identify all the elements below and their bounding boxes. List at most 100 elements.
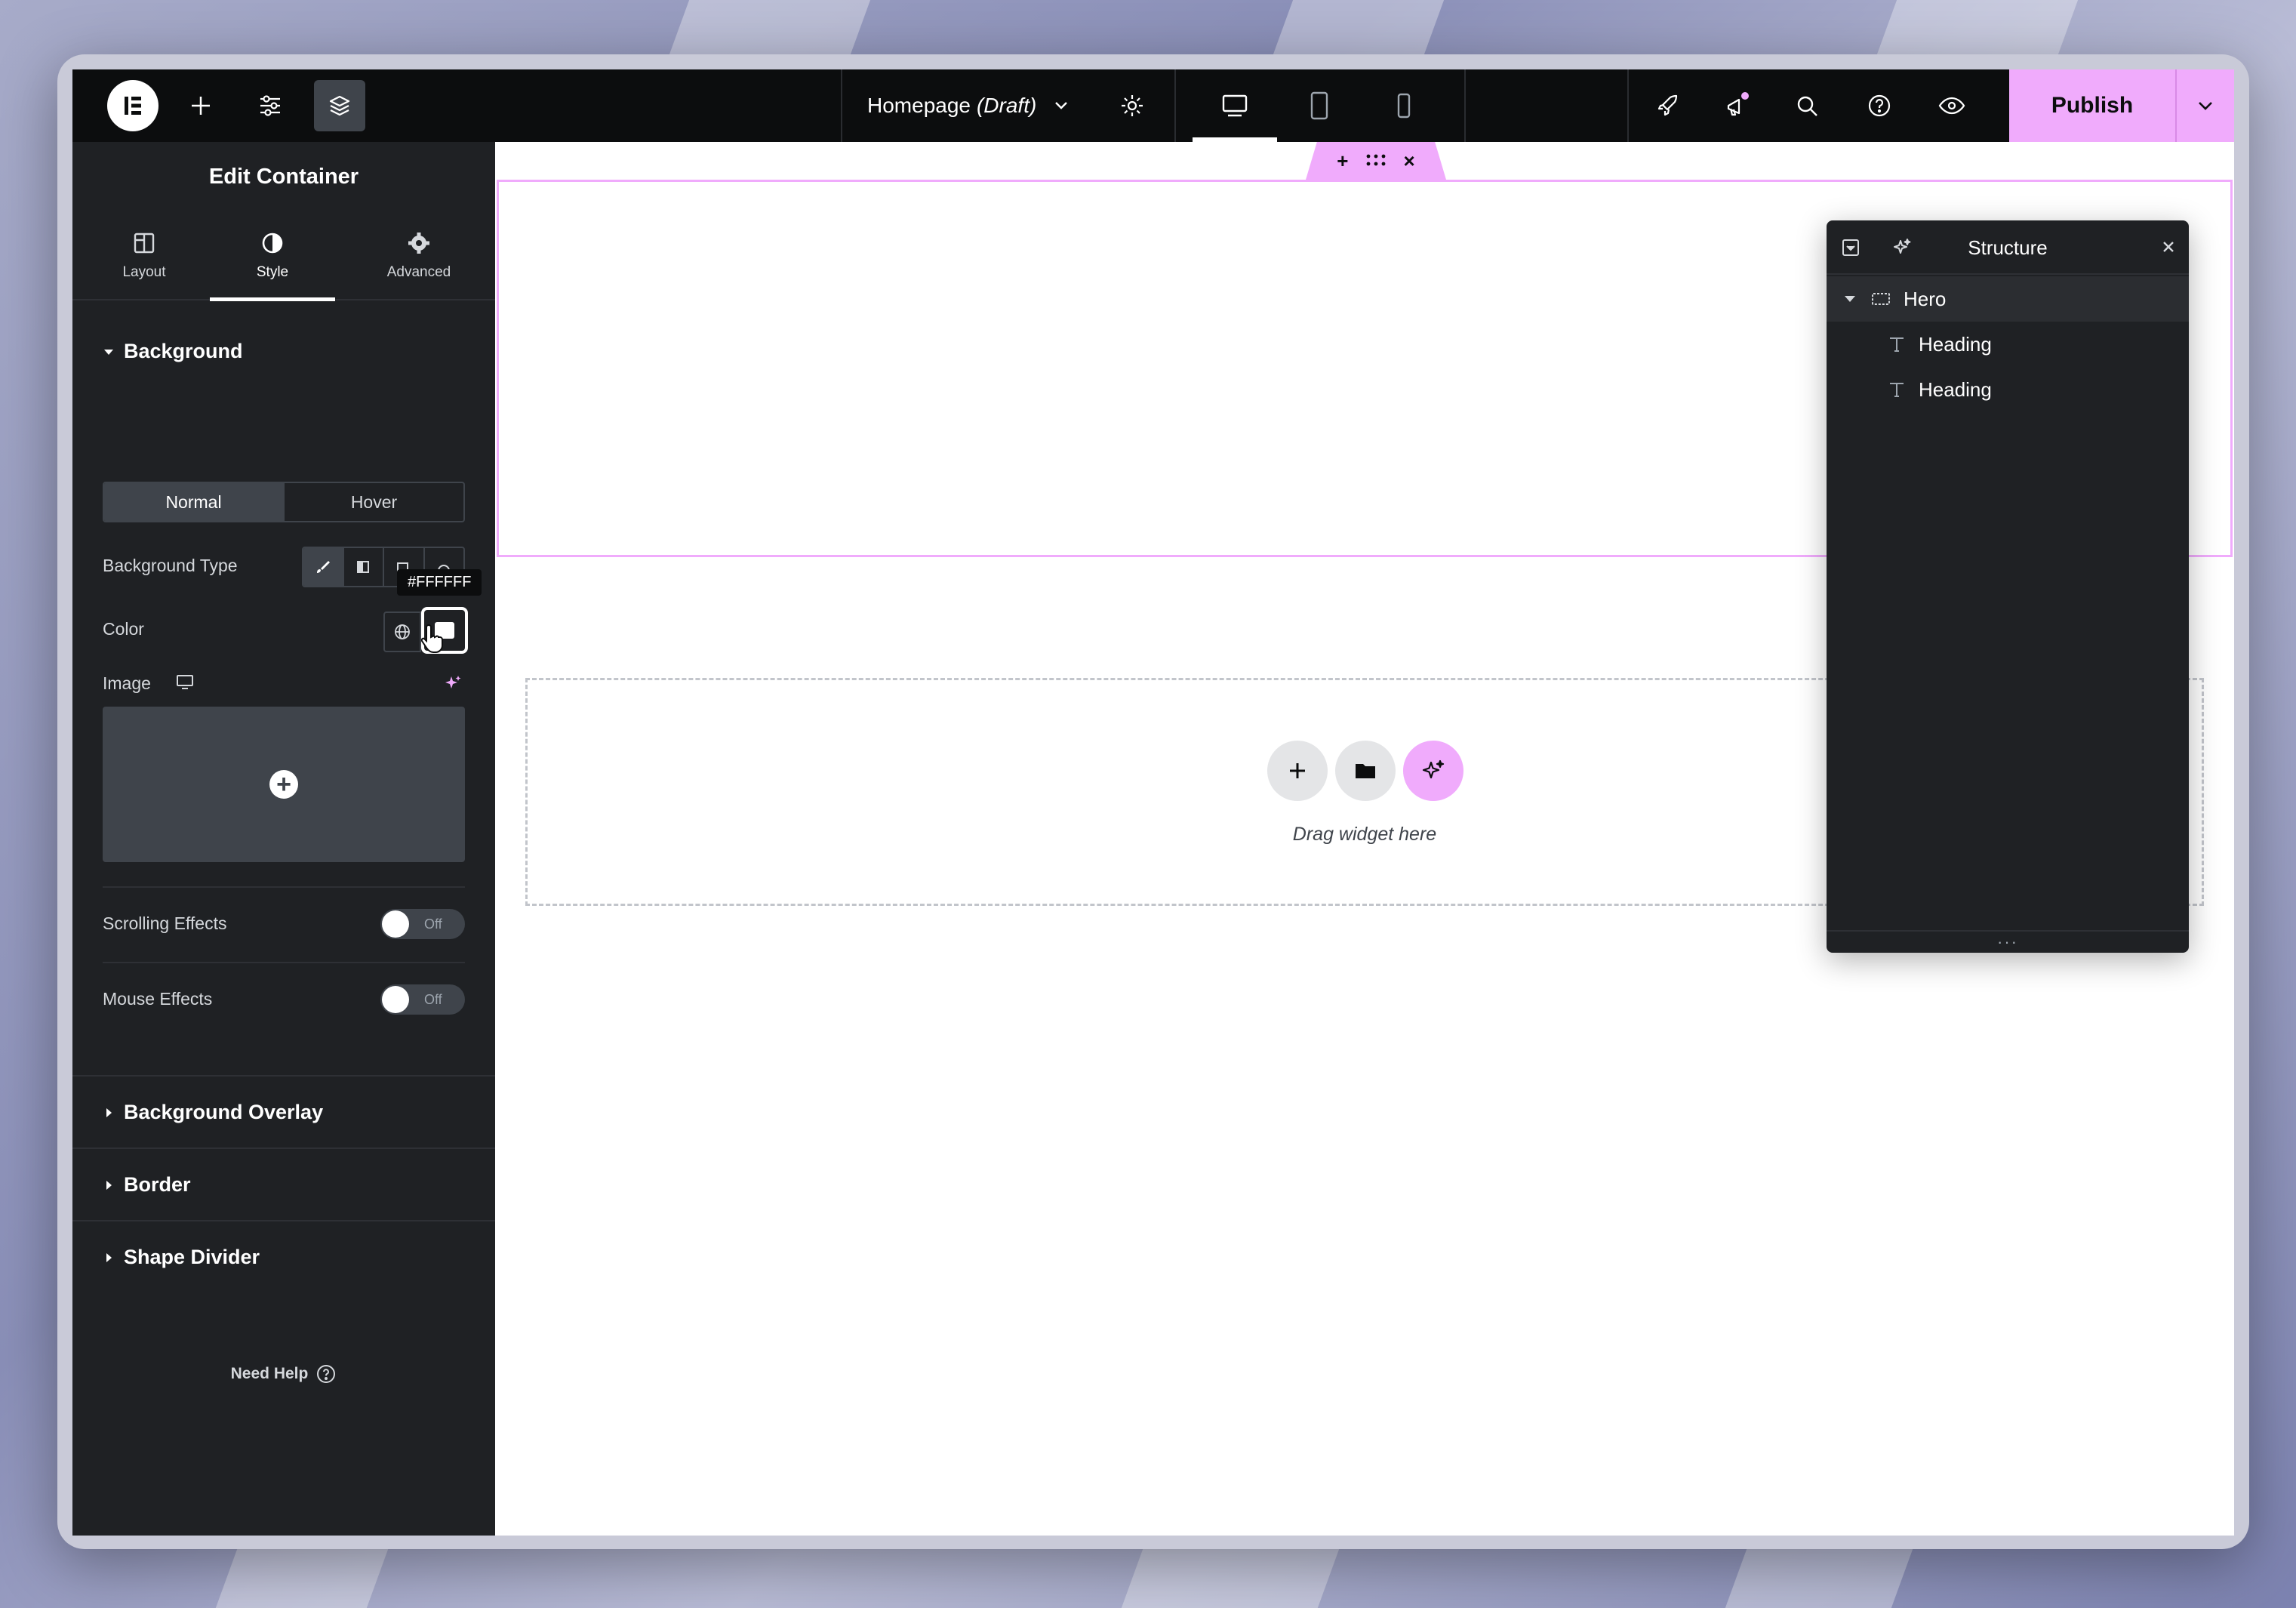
elementor-logo-icon[interactable]	[107, 80, 159, 131]
need-help-link[interactable]: Need Help	[72, 1363, 495, 1385]
tab-label: Advanced	[386, 264, 451, 280]
divider	[72, 1075, 495, 1077]
topbar-divider	[1174, 69, 1176, 142]
preview-eye-icon[interactable]	[1926, 69, 1977, 142]
tab-style[interactable]: Style	[210, 211, 335, 300]
section-heading: Background Overlay	[124, 1101, 324, 1123]
add-image-plus-icon: +	[269, 770, 298, 799]
panel-tabs: Layout Style Advanced	[72, 211, 495, 300]
close-icon[interactable]	[2159, 237, 2178, 260]
divider	[72, 1220, 495, 1221]
pointer-hand-cursor-icon	[420, 622, 448, 659]
container-icon	[1872, 293, 1890, 305]
add-section-plus-icon[interactable]	[1267, 741, 1328, 801]
structure-item-heading[interactable]: Heading	[1827, 322, 2189, 367]
mouse-effects-toggle[interactable]: Off	[380, 984, 465, 1015]
scrolling-effects-label: Scrolling Effects	[103, 913, 227, 933]
help-question-icon	[317, 1365, 336, 1383]
section-background-overlay-toggle[interactable]: Background Overlay	[103, 1101, 323, 1124]
publish-button[interactable]: Publish	[2009, 69, 2175, 142]
document-title[interactable]: Homepage (Draft)	[867, 69, 1071, 142]
section-background-heading: Background	[124, 340, 243, 362]
structure-item-label: Heading	[1919, 377, 1992, 401]
tab-layout[interactable]: Layout	[103, 211, 186, 300]
scrolling-effects-toggle[interactable]: Off	[380, 909, 465, 939]
rocket-icon[interactable]	[1642, 69, 1694, 142]
delete-container-close-icon[interactable]: ×	[1404, 149, 1415, 173]
caret-down-icon	[1845, 296, 1855, 302]
background-state-switcher: Normal Hover	[103, 482, 465, 522]
ai-sparkle-icon[interactable]	[1403, 741, 1463, 801]
state-hover-button[interactable]: Hover	[283, 483, 463, 521]
site-settings-sliders-icon[interactable]	[245, 69, 296, 142]
structure-item-label: Heading	[1919, 332, 1992, 356]
section-heading: Border	[124, 1173, 191, 1196]
ai-sparkle-icon[interactable]	[442, 673, 463, 698]
structure-item-hero[interactable]: Hero	[1827, 276, 2189, 322]
structure-title: Structure	[1968, 236, 2048, 259]
topbar-divider	[841, 69, 842, 142]
document-title-text: Homepage	[867, 94, 971, 117]
responsive-desktop-icon[interactable]	[175, 673, 195, 695]
caret-right-icon	[106, 1107, 112, 1117]
global-colors-globe-icon[interactable]	[383, 611, 421, 652]
classic-brush-icon[interactable]	[303, 548, 344, 586]
add-element-icon[interactable]	[175, 69, 226, 142]
container-handle: + ×	[1306, 142, 1446, 180]
structure-layers-icon[interactable]	[314, 80, 365, 131]
publish-options-chevron-down-icon[interactable]	[2175, 69, 2234, 142]
mobile-device-icon[interactable]	[1374, 69, 1434, 142]
state-normal-button[interactable]: Normal	[104, 483, 283, 521]
heading-text-icon	[1890, 383, 1904, 397]
toggle-knob	[382, 910, 409, 938]
caret-right-icon	[106, 1180, 112, 1190]
notifications-megaphone-icon[interactable]	[1712, 69, 1763, 142]
gear-icon	[408, 233, 429, 254]
page-settings-gear-icon[interactable]	[1106, 69, 1158, 142]
mouse-effects-label: Mouse Effects	[103, 989, 213, 1009]
tab-label: Layout	[122, 264, 166, 280]
gradient-icon[interactable]	[344, 548, 384, 586]
structure-item-label: Hero	[1904, 287, 1947, 310]
editor-panel: Edit Container Layout Style Advanced Bac…	[72, 142, 495, 1536]
divider	[103, 962, 465, 963]
resize-handle-dots-icon[interactable]: ···	[1827, 930, 2189, 953]
background-type-label: Background Type	[103, 556, 238, 575]
caret-right-icon	[106, 1252, 112, 1262]
divider	[72, 1147, 495, 1149]
section-shape-divider-toggle[interactable]: Shape Divider	[103, 1246, 260, 1269]
section-background-toggle[interactable]: Background	[103, 340, 243, 363]
color-label: Color	[103, 619, 144, 639]
structure-item-heading[interactable]: Heading	[1827, 367, 2189, 412]
image-label: Image	[103, 673, 151, 693]
help-question-icon[interactable]	[1854, 69, 1905, 142]
section-heading: Shape Divider	[124, 1246, 260, 1268]
image-upload-area[interactable]: +	[103, 707, 465, 862]
divider	[103, 886, 465, 888]
heading-text-icon	[1890, 337, 1904, 352]
need-help-text: Need Help	[230, 1365, 309, 1382]
toggle-knob	[382, 986, 409, 1013]
tab-label: Style	[256, 264, 289, 280]
toggle-state: Off	[424, 916, 442, 932]
template-library-folder-icon[interactable]	[1335, 741, 1396, 801]
topbar-divider	[1464, 69, 1466, 142]
add-container-plus-icon[interactable]: +	[1337, 149, 1348, 173]
structure-header: Structure	[1827, 220, 2189, 275]
active-tab-underline	[210, 297, 335, 301]
drag-handle-dots-icon[interactable]	[1365, 149, 1387, 173]
topbar-divider	[1627, 69, 1629, 142]
elementor-editor: Homepage (Draft) Publish Edit Container …	[72, 69, 2234, 1536]
desktop-device-icon[interactable]	[1205, 69, 1265, 142]
toggle-state: Off	[424, 991, 442, 1007]
structure-panel: Structure Hero Heading Heading ···	[1827, 220, 2189, 953]
section-border-toggle[interactable]: Border	[103, 1173, 191, 1197]
search-icon[interactable]	[1781, 69, 1833, 142]
dropzone-buttons	[1267, 741, 1463, 801]
tablet-device-icon[interactable]	[1289, 69, 1350, 142]
tab-advanced[interactable]: Advanced	[370, 211, 468, 300]
color-value-tooltip: #FFFFFF	[397, 569, 482, 596]
top-bar: Homepage (Draft) Publish	[72, 69, 2234, 142]
caret-down-icon	[104, 349, 113, 355]
chevron-down-icon	[1051, 96, 1071, 116]
